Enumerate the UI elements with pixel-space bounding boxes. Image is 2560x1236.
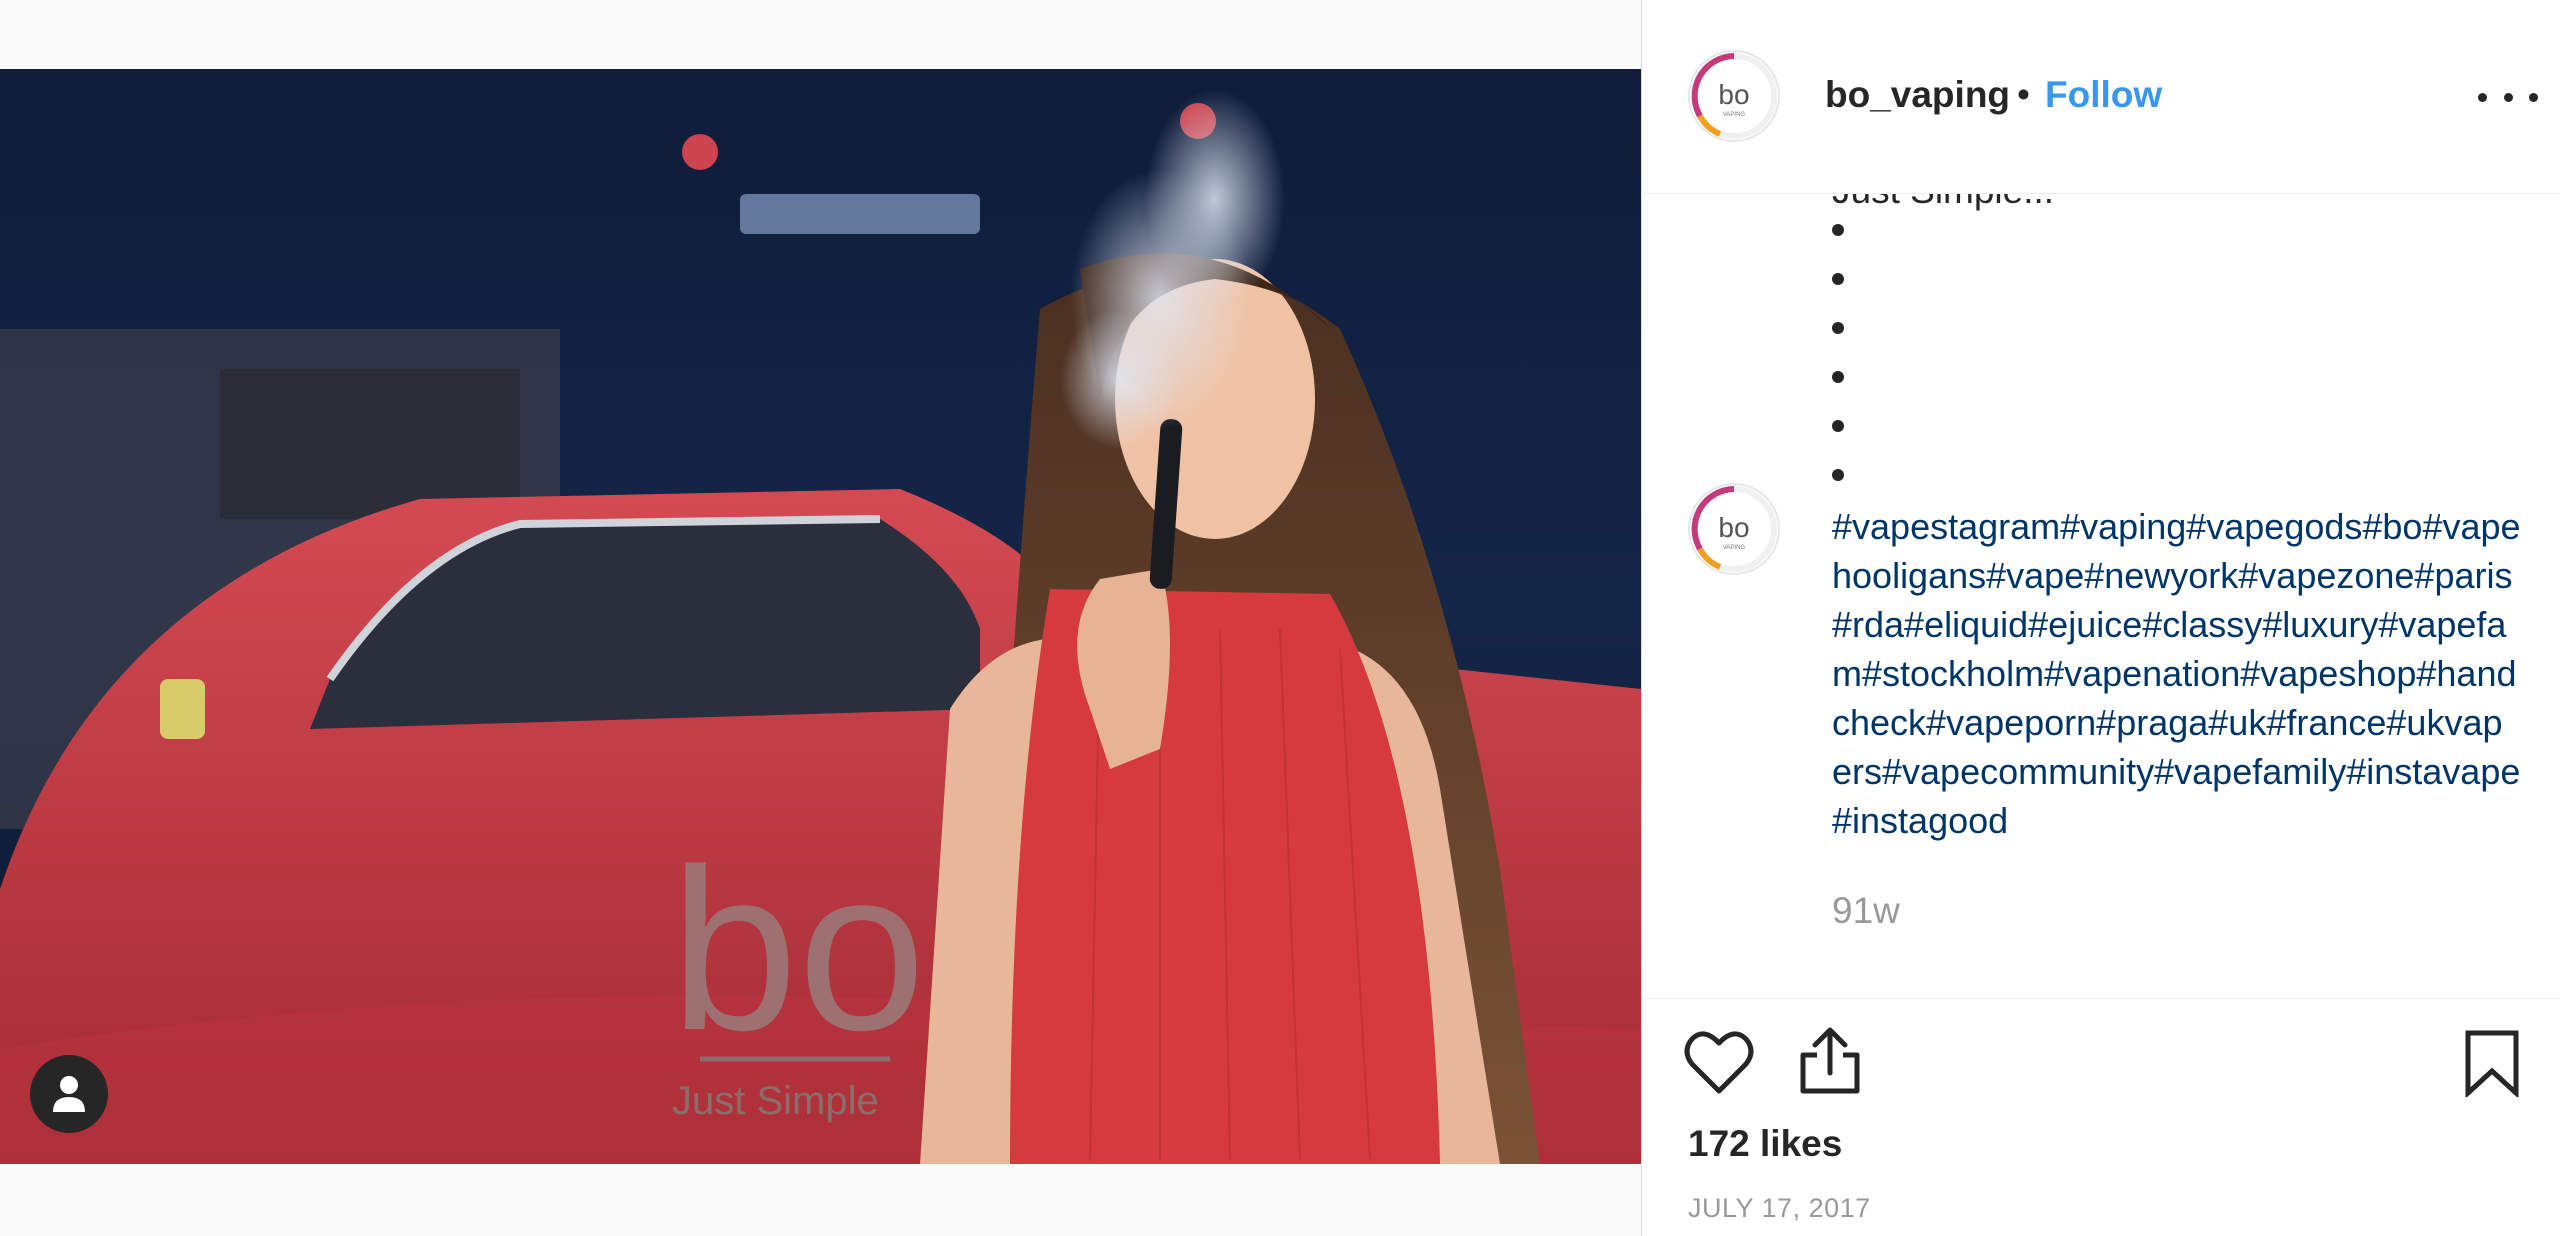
photo-logo-text: bo xyxy=(670,821,926,1078)
avatar[interactable]: bo VAPING xyxy=(1688,50,1780,142)
post-date[interactable]: JULY 17, 2017 xyxy=(1688,1193,1871,1224)
photo-scene: bo Just Simple xyxy=(0,69,1641,1164)
post-actions: 172 likes JULY 17, 2017 xyxy=(1642,998,2560,1236)
avatar-logo-text: bo xyxy=(1718,79,1749,110)
likes-count[interactable]: 172 likes xyxy=(1688,1123,1842,1165)
bullet-point xyxy=(1832,322,1844,334)
username-link[interactable]: bo_vaping xyxy=(1825,74,2010,116)
heart-icon xyxy=(1684,1031,1754,1094)
instagram-post-page: bo Just Simple bo VAPING bo_vaping • Fol… xyxy=(0,0,2560,1236)
share-icon xyxy=(1800,1027,1860,1094)
avatar-logo-text: bo xyxy=(1718,512,1749,543)
bo-vaping-logo-icon: bo VAPING xyxy=(1691,486,1777,572)
media-column: bo Just Simple xyxy=(0,0,1641,1236)
post-photo[interactable]: bo Just Simple xyxy=(0,69,1641,1164)
bullet-point xyxy=(1832,224,1844,236)
bullet-point xyxy=(1832,469,1844,481)
post-header: bo VAPING bo_vaping • Follow xyxy=(1642,0,2560,194)
comment-timestamp[interactable]: 91w xyxy=(1832,890,1900,932)
save-button[interactable] xyxy=(2464,1029,2520,1099)
follow-button[interactable]: Follow xyxy=(2045,74,2162,116)
bo-vaping-logo-icon: bo VAPING xyxy=(1691,53,1777,139)
post-side-panel: bo VAPING bo_vaping • Follow Just Simple… xyxy=(1641,0,2560,1236)
caption-text: Just Simple... xyxy=(1832,194,2054,212)
avatar-logo-sub: VAPING xyxy=(1723,112,1746,118)
caption-bullet-list xyxy=(1832,224,1844,518)
separator-dot: • xyxy=(2017,74,2030,115)
ellipsis-icon xyxy=(2478,92,2487,102)
more-options-button[interactable] xyxy=(2478,82,2538,112)
like-button[interactable] xyxy=(1684,1029,1754,1095)
comments-scroll-area[interactable]: Just Simple... bo VAPING #vapestagram#va… xyxy=(1642,194,2560,998)
avatar-logo-sub: VAPING xyxy=(1723,545,1746,551)
share-button[interactable] xyxy=(1797,1025,1863,1095)
tagged-users-button[interactable] xyxy=(30,1055,108,1133)
car-bo-logo: bo Just Simple xyxy=(670,821,926,1123)
caption-avatar[interactable]: bo VAPING xyxy=(1688,483,1780,575)
ellipsis-icon xyxy=(2503,92,2513,102)
person-icon xyxy=(53,1076,85,1112)
photo-logo-tagline: Just Simple xyxy=(672,1079,879,1123)
bullet-point xyxy=(1832,420,1844,432)
bookmark-icon xyxy=(2465,1030,2519,1099)
ellipsis-icon xyxy=(2529,92,2538,102)
caption-hashtags[interactable]: #vapestagram#vaping#vapegods#bo#vapehool… xyxy=(1832,502,2522,845)
bullet-point xyxy=(1832,371,1844,383)
bullet-point xyxy=(1832,273,1844,285)
